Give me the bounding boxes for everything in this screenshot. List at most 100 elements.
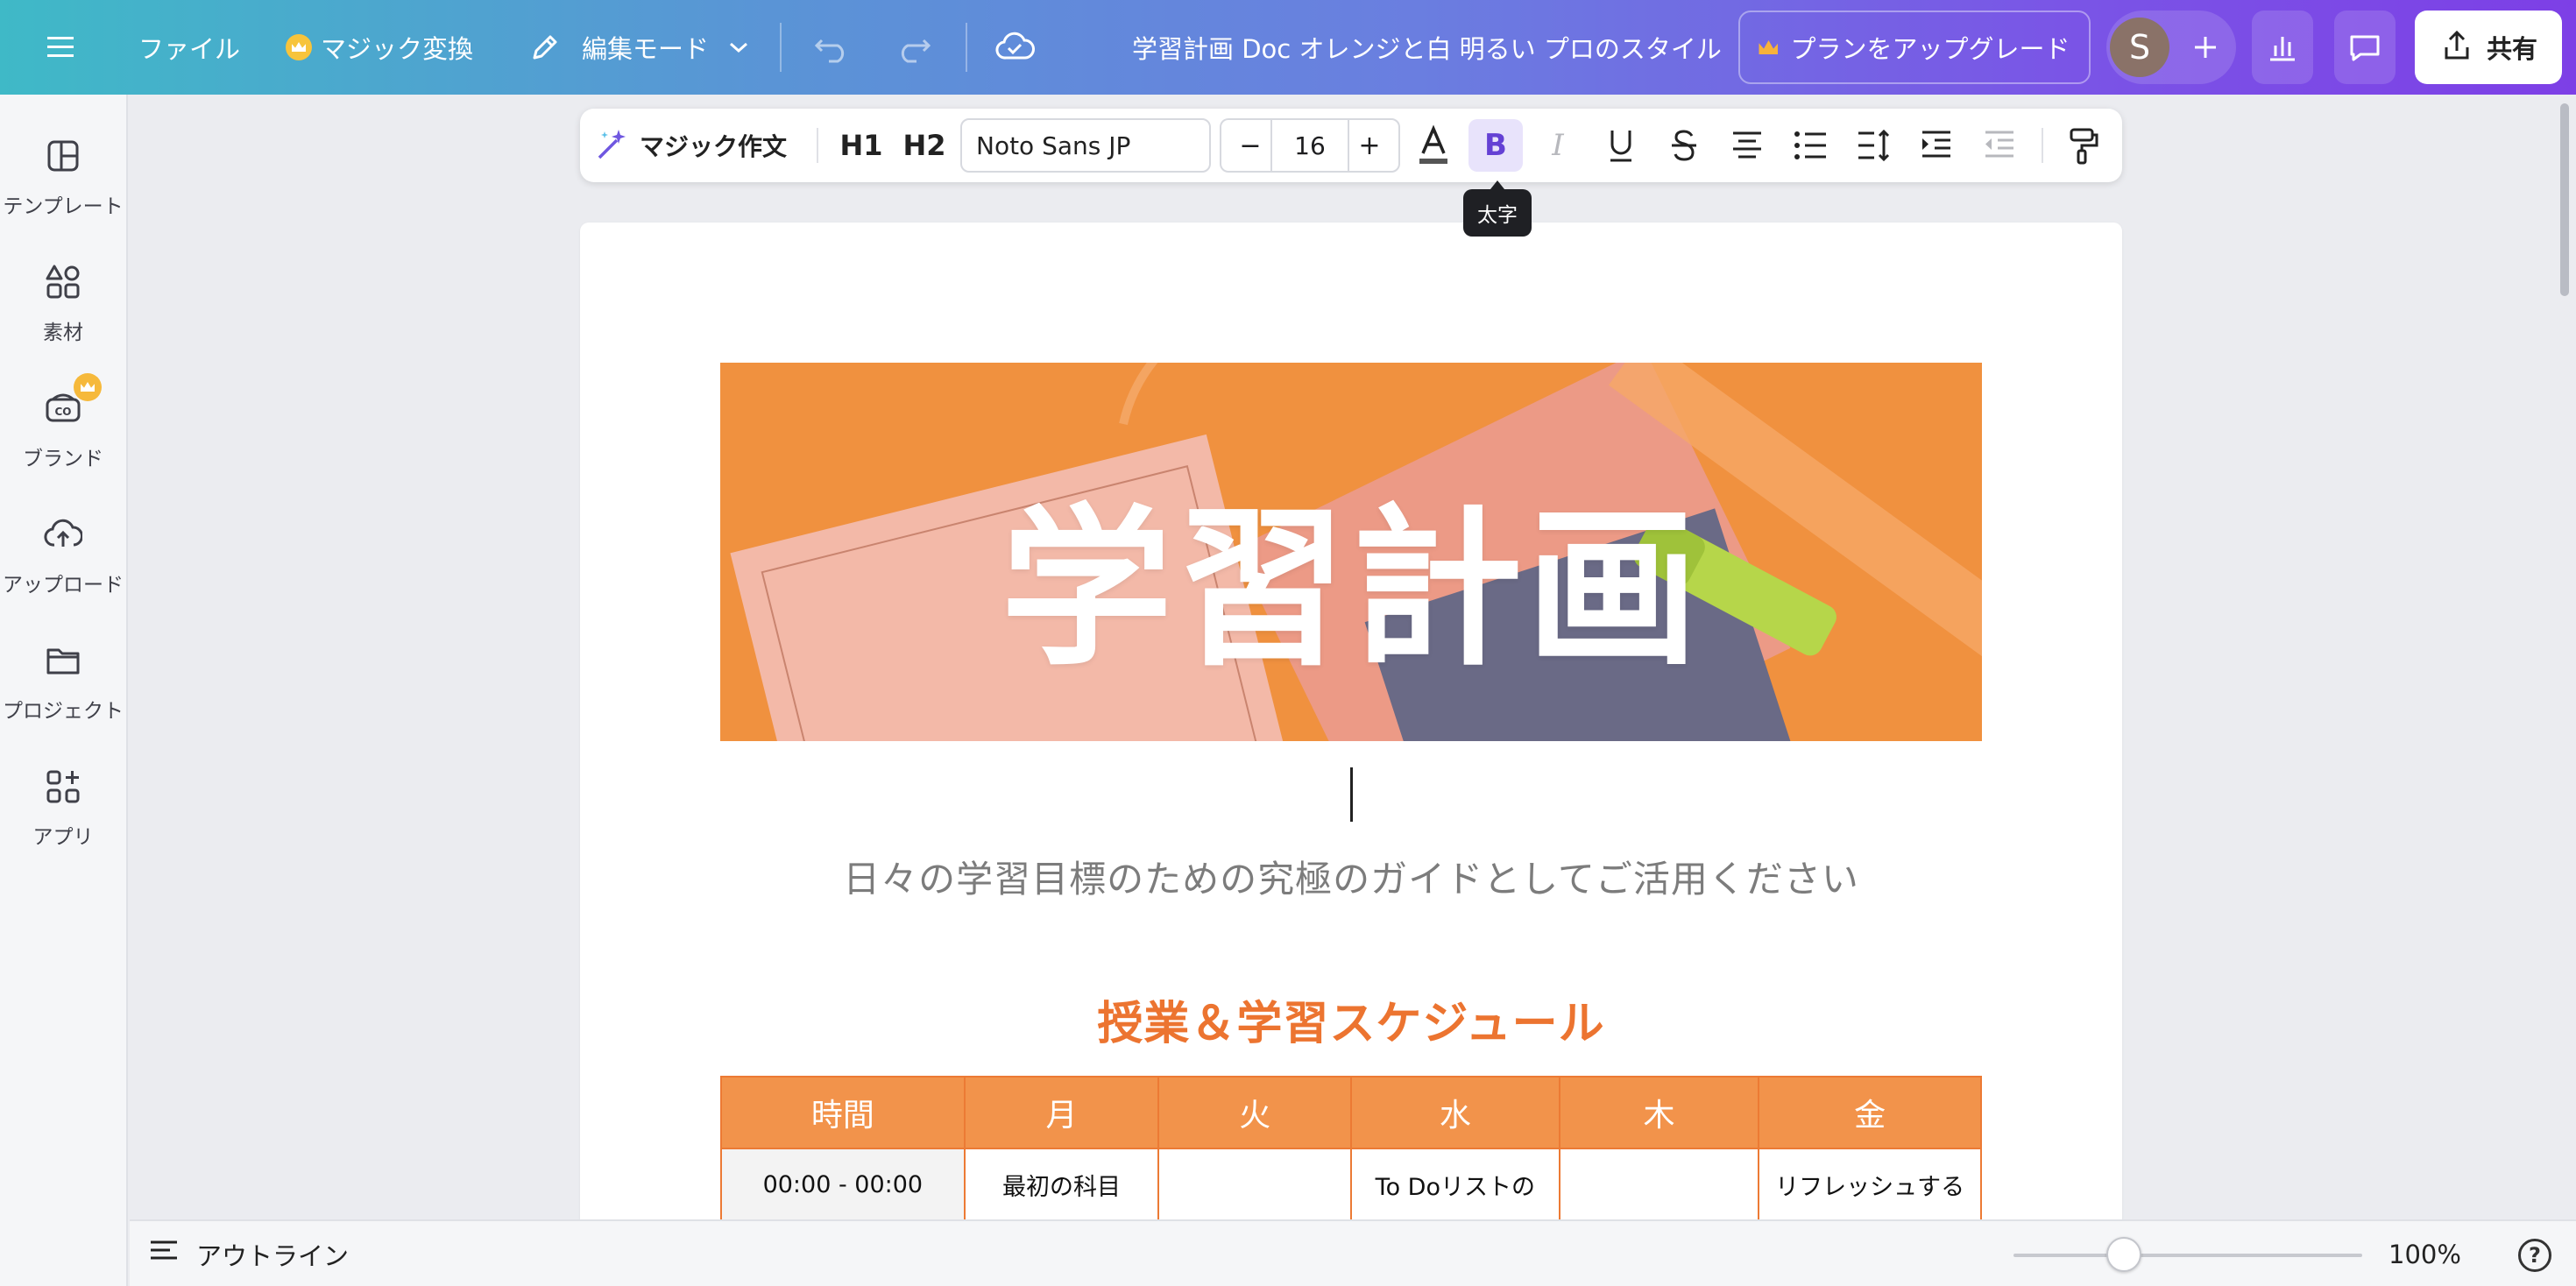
bullet-list-icon[interactable] (1786, 109, 1835, 182)
sidebar-item-brand[interactable]: CO ブランド (0, 389, 126, 503)
outline-label: アウトライン (196, 1241, 350, 1271)
bottom-bar: アウトライン 100% ? (130, 1219, 2576, 1286)
font-family-select[interactable]: Noto Sans JP (960, 118, 1211, 173)
share-button[interactable]: 共有 (2415, 11, 2562, 84)
h1-label: H1 (839, 129, 883, 162)
format-painter-icon[interactable] (2059, 109, 2108, 182)
bold-tooltip: 太字 (1463, 180, 1532, 237)
table-header-cell[interactable]: 月 (963, 1076, 1160, 1149)
document-subtitle[interactable]: 日々の学習目標のための究極のガイドとしてご活用ください (720, 850, 1982, 903)
table-cell-time[interactable]: 00:00 - 00:00 (720, 1148, 966, 1221)
table-header-cell[interactable]: 木 (1558, 1076, 1760, 1149)
table-cell[interactable]: 最初の科目 (963, 1148, 1160, 1221)
insights-icon[interactable] (2252, 11, 2313, 84)
document-title[interactable]: 学習計画 Doc オレンジと白 明るい プロのスタイル (1132, 0, 1722, 95)
text-cursor (1350, 767, 1353, 822)
italic-icon[interactable]: I (1533, 109, 1582, 182)
left-sidebar: テンプレート 素材 CO ブランド アップロード プロジェクト アプリ (0, 95, 128, 1286)
share-label: 共有 (2486, 34, 2537, 64)
chevron-down-icon (728, 40, 749, 54)
table-row: 00:00 - 00:00 最初の科目 To Doリストの リフレッシュする (720, 1148, 1982, 1221)
magic-switch-button[interactable]: マジック変換 (286, 0, 473, 95)
magic-switch-label: マジック変換 (321, 34, 474, 64)
table-header-cell[interactable]: 火 (1157, 1076, 1353, 1149)
outline-button[interactable]: アウトライン (147, 1221, 349, 1286)
sidebar-item-projects[interactable]: プロジェクト (0, 641, 126, 755)
table-cell[interactable] (1558, 1148, 1760, 1221)
underline-icon[interactable] (1596, 109, 1645, 182)
sidebar-item-label: プロジェクト (3, 700, 124, 723)
upload-icon (44, 515, 83, 554)
sidebar-item-apps[interactable]: アプリ (0, 767, 126, 881)
undo-icon[interactable] (813, 0, 852, 95)
sidebar-item-elements[interactable]: 素材 (0, 263, 126, 377)
increase-font-size-button[interactable]: + (1348, 120, 1391, 171)
crown-icon (286, 34, 312, 60)
schedule-table[interactable]: 時間 月 火 水 木 金 00:00 - 00:00 最初の科目 To Doリス… (720, 1076, 1982, 1221)
premium-crown-badge (74, 373, 102, 401)
top-bar: ファイル マジック変換 編集モード 学習計画 Doc オレンジと白 明るい プロ… (0, 0, 2576, 95)
table-cell[interactable] (1157, 1148, 1353, 1221)
sidebar-item-label: ブランド (23, 448, 103, 470)
comment-icon[interactable] (2334, 11, 2396, 84)
magic-write-label: マジック作文 (640, 132, 788, 161)
table-header-cell[interactable]: 時間 (720, 1076, 966, 1149)
table-cell[interactable]: リフレッシュする (1758, 1148, 1982, 1221)
heading1-button[interactable]: H1 (834, 109, 888, 182)
table-header-row: 時間 月 火 水 木 金 (720, 1076, 1982, 1149)
bold-icon[interactable]: B (1468, 109, 1523, 182)
zoom-slider-handle[interactable] (2106, 1237, 2141, 1272)
upgrade-plan-button[interactable]: プランをアップグレード (1738, 11, 2091, 84)
indent-icon[interactable] (1912, 109, 1961, 182)
sidebar-item-label: テンプレート (3, 195, 124, 218)
sidebar-item-templates[interactable]: テンプレート (0, 137, 126, 251)
outdent-icon[interactable] (1975, 109, 2024, 182)
outline-icon (147, 1239, 182, 1271)
font-size-stepper: − 16 + (1220, 118, 1400, 173)
sidebar-item-label: アプリ (32, 826, 94, 849)
h2-label: H2 (902, 129, 946, 162)
pencil-icon (527, 30, 563, 65)
edit-mode-button[interactable]: 編集モード (527, 0, 749, 95)
upgrade-plan-label: プランをアップグレード (1790, 34, 2070, 64)
table-header-cell[interactable]: 金 (1758, 1076, 1982, 1149)
document-title-text: 学習計画 Doc オレンジと白 明るい プロのスタイル (1132, 34, 1722, 64)
folder-icon (44, 641, 82, 680)
redo-icon[interactable] (894, 0, 932, 95)
magic-wand-icon (592, 124, 631, 166)
template-icon (44, 137, 82, 175)
divider (966, 23, 967, 72)
help-icon[interactable]: ? (2518, 1239, 2551, 1272)
decrease-font-size-button[interactable]: − (1228, 120, 1272, 171)
add-collaborator-icon[interactable] (2178, 18, 2233, 77)
zoom-level[interactable]: 100% (2388, 1221, 2461, 1286)
table-cell[interactable]: To Doリストの (1350, 1148, 1560, 1221)
menu-icon[interactable] (46, 0, 77, 95)
crown-icon (1759, 40, 1779, 54)
divider (817, 128, 818, 163)
heading2-button[interactable]: H2 (897, 109, 952, 182)
sidebar-item-label: アップロード (3, 574, 124, 597)
share-icon (2439, 28, 2474, 67)
header-banner-image[interactable]: 学習計画 (720, 363, 1982, 741)
align-center-icon[interactable] (1723, 109, 1772, 182)
edit-mode-label: 編集モード (582, 34, 710, 64)
elements-icon (44, 263, 82, 301)
cloud-saved-icon[interactable] (994, 0, 1036, 95)
avatar[interactable]: S (2110, 18, 2169, 77)
text-format-toolbar: マジック作文 H1 H2 Noto Sans JP − 16 + B I (580, 109, 2122, 182)
file-menu-button[interactable]: ファイル (138, 0, 240, 95)
text-color-icon[interactable] (1409, 109, 1458, 182)
divider (780, 23, 782, 72)
sidebar-item-uploads[interactable]: アップロード (0, 515, 126, 629)
scrollbar-thumb[interactable] (2560, 103, 2569, 296)
font-size-input[interactable]: 16 (1270, 120, 1349, 171)
line-spacing-icon[interactable] (1849, 109, 1898, 182)
svg-text:CO: CO (54, 406, 71, 418)
banner-title[interactable]: 学習計画 (720, 450, 1982, 698)
magic-write-button[interactable]: マジック作文 (592, 109, 803, 182)
strikethrough-icon[interactable] (1660, 109, 1709, 182)
section-heading[interactable]: 授業＆学習スケジュール (720, 986, 1982, 1052)
table-header-cell[interactable]: 水 (1350, 1076, 1560, 1149)
zoom-slider-track[interactable] (2013, 1254, 2362, 1257)
